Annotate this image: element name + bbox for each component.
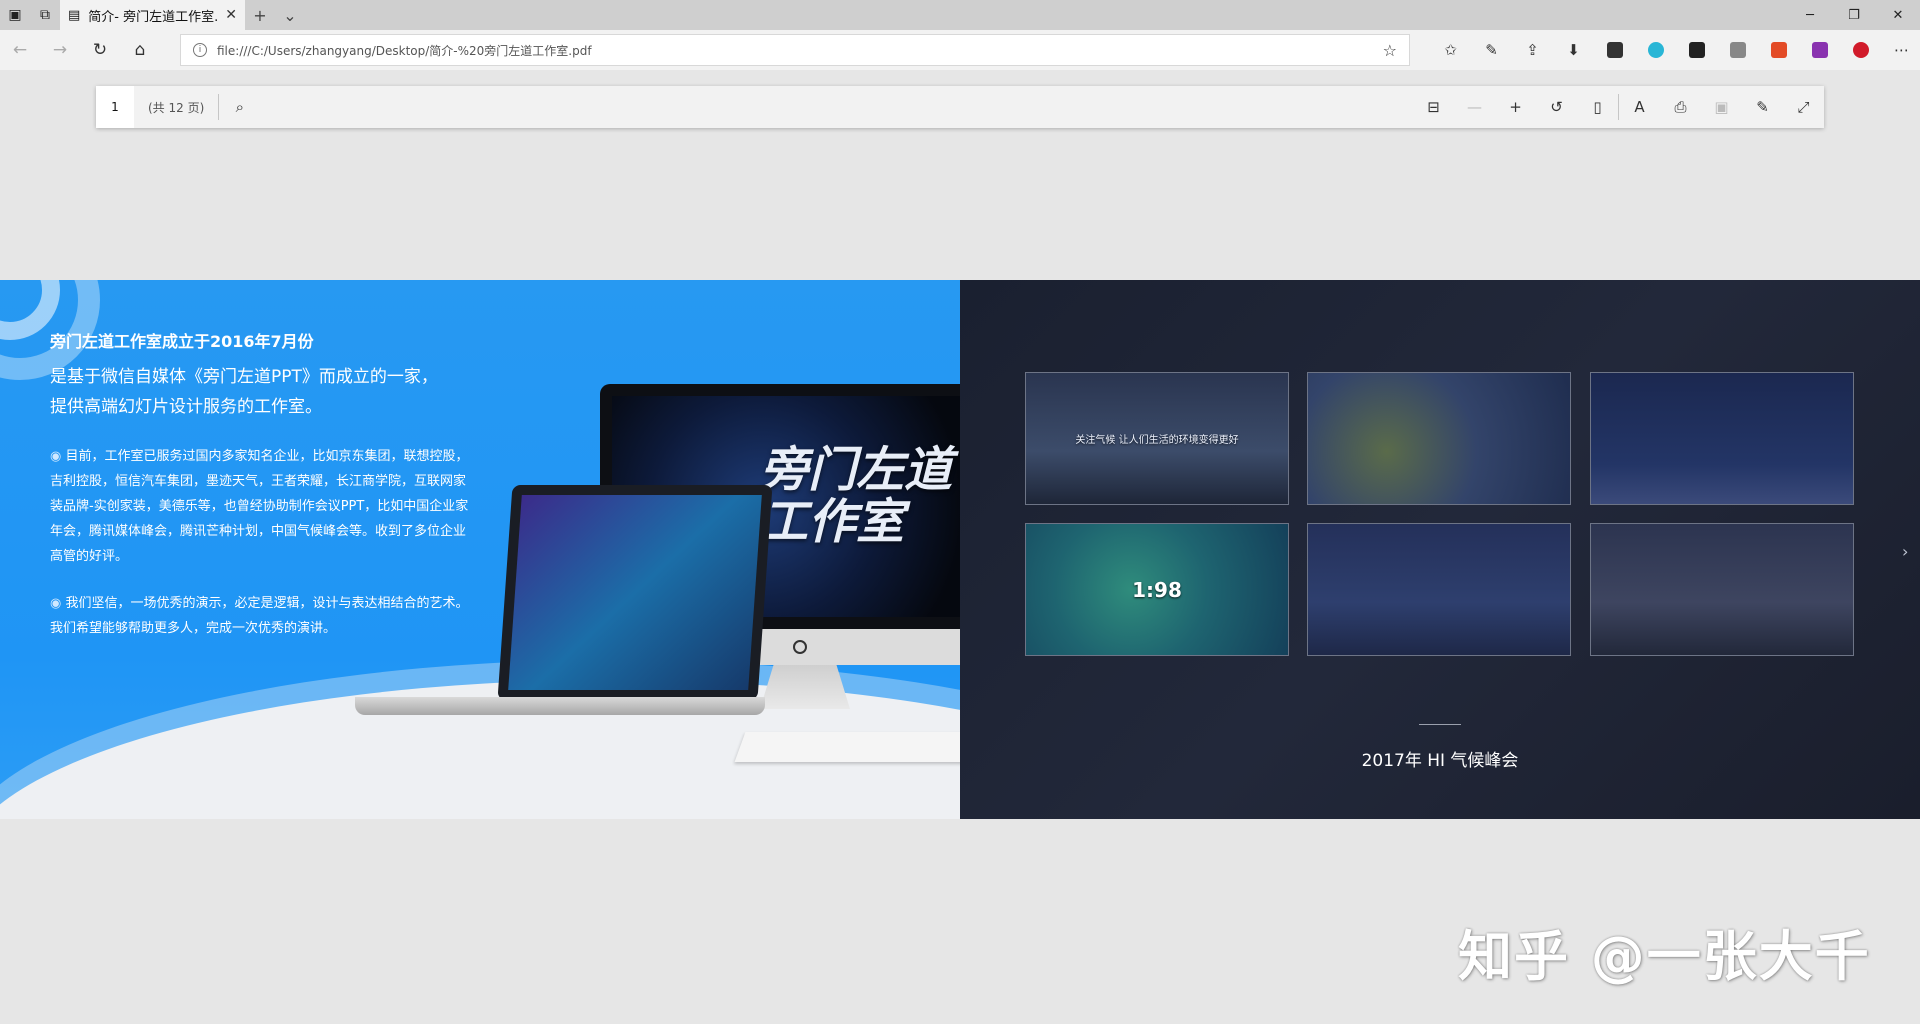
favorite-star-icon[interactable]: ☆ <box>1383 41 1397 60</box>
download-icon[interactable]: ⬇ <box>1553 30 1594 70</box>
laptop-screen <box>497 485 773 700</box>
laptop-base <box>355 697 765 715</box>
close-window-button[interactable]: ✕ <box>1876 0 1920 30</box>
extension-grey-icon[interactable] <box>1717 30 1758 70</box>
case-thumbnail <box>1307 372 1571 505</box>
case-thumbnail <box>1590 372 1854 505</box>
share-icon[interactable]: ⇪ <box>1512 30 1553 70</box>
tab-close-icon[interactable]: ✕ <box>225 7 237 23</box>
pocket-icon[interactable] <box>1676 30 1717 70</box>
rotate-icon[interactable]: ↺ <box>1536 86 1577 128</box>
case-thumbnail <box>1590 523 1854 656</box>
tab-bar: ▣ ⧉ ▤ 简介- 旁门左道工作室.p ✕ + ⌄ ─ ❐ ✕ <box>0 0 1920 30</box>
caption-divider <box>1419 724 1461 725</box>
pdf-page: 旁门左道工作室成立于2016年7月份 是基于微信自媒体《旁门左道PPT》而成立的… <box>0 280 1920 819</box>
laptop-image <box>355 485 773 715</box>
tab-actions-icon[interactable]: ▣ <box>0 0 30 30</box>
tab-active[interactable]: ▤ 简介- 旁门左道工作室.p ✕ <box>60 0 245 30</box>
forward-button[interactable]: → <box>40 30 80 70</box>
read-aloud-icon[interactable]: A <box>1619 86 1660 128</box>
power-icon <box>793 640 807 654</box>
set-aside-tabs-icon[interactable]: ⧉ <box>30 0 60 30</box>
refresh-button[interactable]: ↻ <box>80 30 120 70</box>
back-button[interactable]: ← <box>0 30 40 70</box>
fit-width-icon[interactable]: ⊟ <box>1413 86 1454 128</box>
keyboard-image <box>734 732 960 762</box>
chevron-right-icon[interactable]: › <box>1902 542 1908 561</box>
tab-title: 简介- 旁门左道工作室.p <box>88 9 218 25</box>
brand-logo-text: 旁门左道 工作室 <box>760 442 953 550</box>
address-bar[interactable]: i file:///C:/Users/zhangyang/Desktop/简介-… <box>180 34 1410 66</box>
office-icon[interactable] <box>1758 30 1799 70</box>
pdf-toolbar: 1 (共 12 页) ⌕ ⊟ — + ↺ ▯ A ⎙ ▣ ✎ ⤢ <box>96 86 1824 128</box>
intro-subtitle-2: 提供高端幻灯片设计服务的工作室。 <box>50 397 322 417</box>
new-tab-button[interactable]: + <box>245 0 275 30</box>
home-button[interactable]: ⌂ <box>120 30 160 70</box>
search-icon[interactable]: ⌕ <box>219 86 260 128</box>
intro-subtitle-1: 是基于微信自媒体《旁门左道PPT》而成立的一家， <box>50 367 438 387</box>
maximize-button[interactable]: ❐ <box>1832 0 1876 30</box>
favorites-icon[interactable]: ✩ <box>1430 30 1471 70</box>
onenote-icon[interactable] <box>1799 30 1840 70</box>
more-menu-icon[interactable]: ⋯ <box>1881 30 1920 70</box>
fullscreen-icon[interactable]: ⤢ <box>1783 86 1824 128</box>
pen-notes-icon[interactable]: ✎ <box>1471 30 1512 70</box>
tab-list-chevron-icon[interactable]: ⌄ <box>275 0 305 30</box>
thumbnail-label: 关注气候 让人们生活的环境变得更好 <box>1075 435 1239 446</box>
page-number-input[interactable]: 1 <box>96 86 134 128</box>
monitor-stand <box>760 665 850 709</box>
slide-left-panel: 旁门左道工作室成立于2016年7月份 是基于微信自媒体《旁门左道PPT》而成立的… <box>0 280 960 819</box>
print-icon[interactable]: ⎙ <box>1660 86 1701 128</box>
zoom-in-icon[interactable]: + <box>1495 86 1536 128</box>
save-icon[interactable]: ▣ <box>1701 86 1742 128</box>
extension-dark-icon[interactable] <box>1594 30 1635 70</box>
address-bar-row: ← → ↻ ⌂ i file:///C:/Users/zhangyang/Des… <box>0 30 1920 70</box>
case-thumbnail: 关注气候 让人们生活的环境变得更好 <box>1025 372 1289 505</box>
thumbnail-big-text: 1:98 <box>1132 577 1182 602</box>
url-text[interactable]: file:///C:/Users/zhangyang/Desktop/简介-%2… <box>217 42 1373 59</box>
zoom-out-icon[interactable]: — <box>1454 86 1495 128</box>
pdf-file-icon: ▤ <box>68 7 81 23</box>
page-view-icon[interactable]: ▯ <box>1577 86 1618 128</box>
case-caption: 2017年 HI 气候峰会 <box>1361 751 1519 771</box>
case-thumbnail <box>1307 523 1571 656</box>
extension-cyan-icon[interactable] <box>1635 30 1676 70</box>
intro-title: 旁门左道工作室成立于2016年7月份 <box>50 332 314 351</box>
watermark: 知乎 @一张大千 <box>1458 925 1871 988</box>
pinterest-icon[interactable] <box>1840 30 1881 70</box>
bullet-icon: ◉ <box>50 596 62 611</box>
bullet-icon: ◉ <box>50 449 62 464</box>
case-thumbnail: 1:98 <box>1025 523 1289 656</box>
site-info-icon[interactable]: i <box>193 43 207 57</box>
minimize-button[interactable]: ─ <box>1788 0 1832 30</box>
save-as-icon[interactable]: ✎ <box>1742 86 1783 128</box>
page-total: (共 12 页) <box>148 100 205 115</box>
